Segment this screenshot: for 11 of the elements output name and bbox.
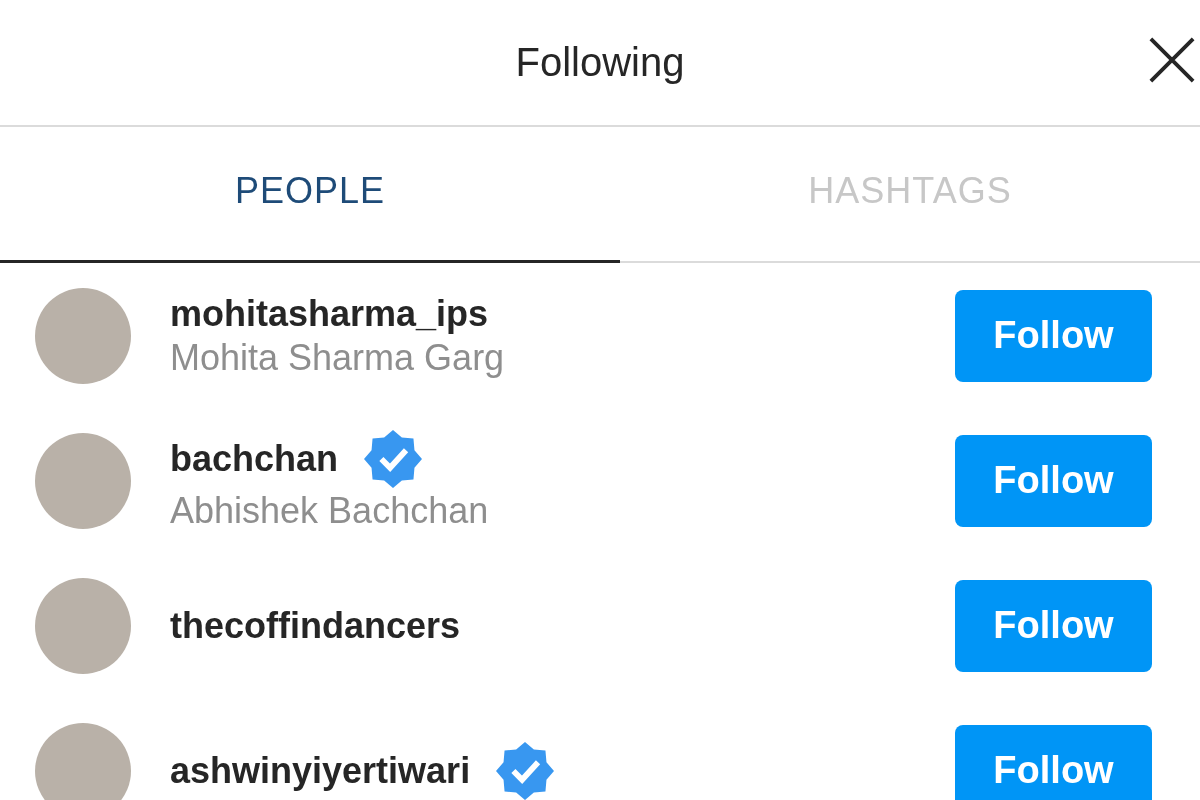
close-icon[interactable] xyxy=(1148,36,1196,84)
username[interactable]: mohitasharma_ips xyxy=(170,292,489,335)
display-name: Mohita Sharma Garg xyxy=(170,336,506,379)
verified-badge-icon xyxy=(364,429,423,488)
username[interactable]: thecoffindancers xyxy=(170,604,461,647)
username[interactable]: ashwinyiyertiwari xyxy=(170,749,471,792)
display-name: Abhishek Bachchan xyxy=(170,489,490,532)
username[interactable]: bachchan xyxy=(170,437,339,480)
verified-badge-icon xyxy=(496,741,555,800)
tab[interactable]: PEOPLE xyxy=(0,127,620,263)
dialog-title: Following xyxy=(515,40,685,85)
